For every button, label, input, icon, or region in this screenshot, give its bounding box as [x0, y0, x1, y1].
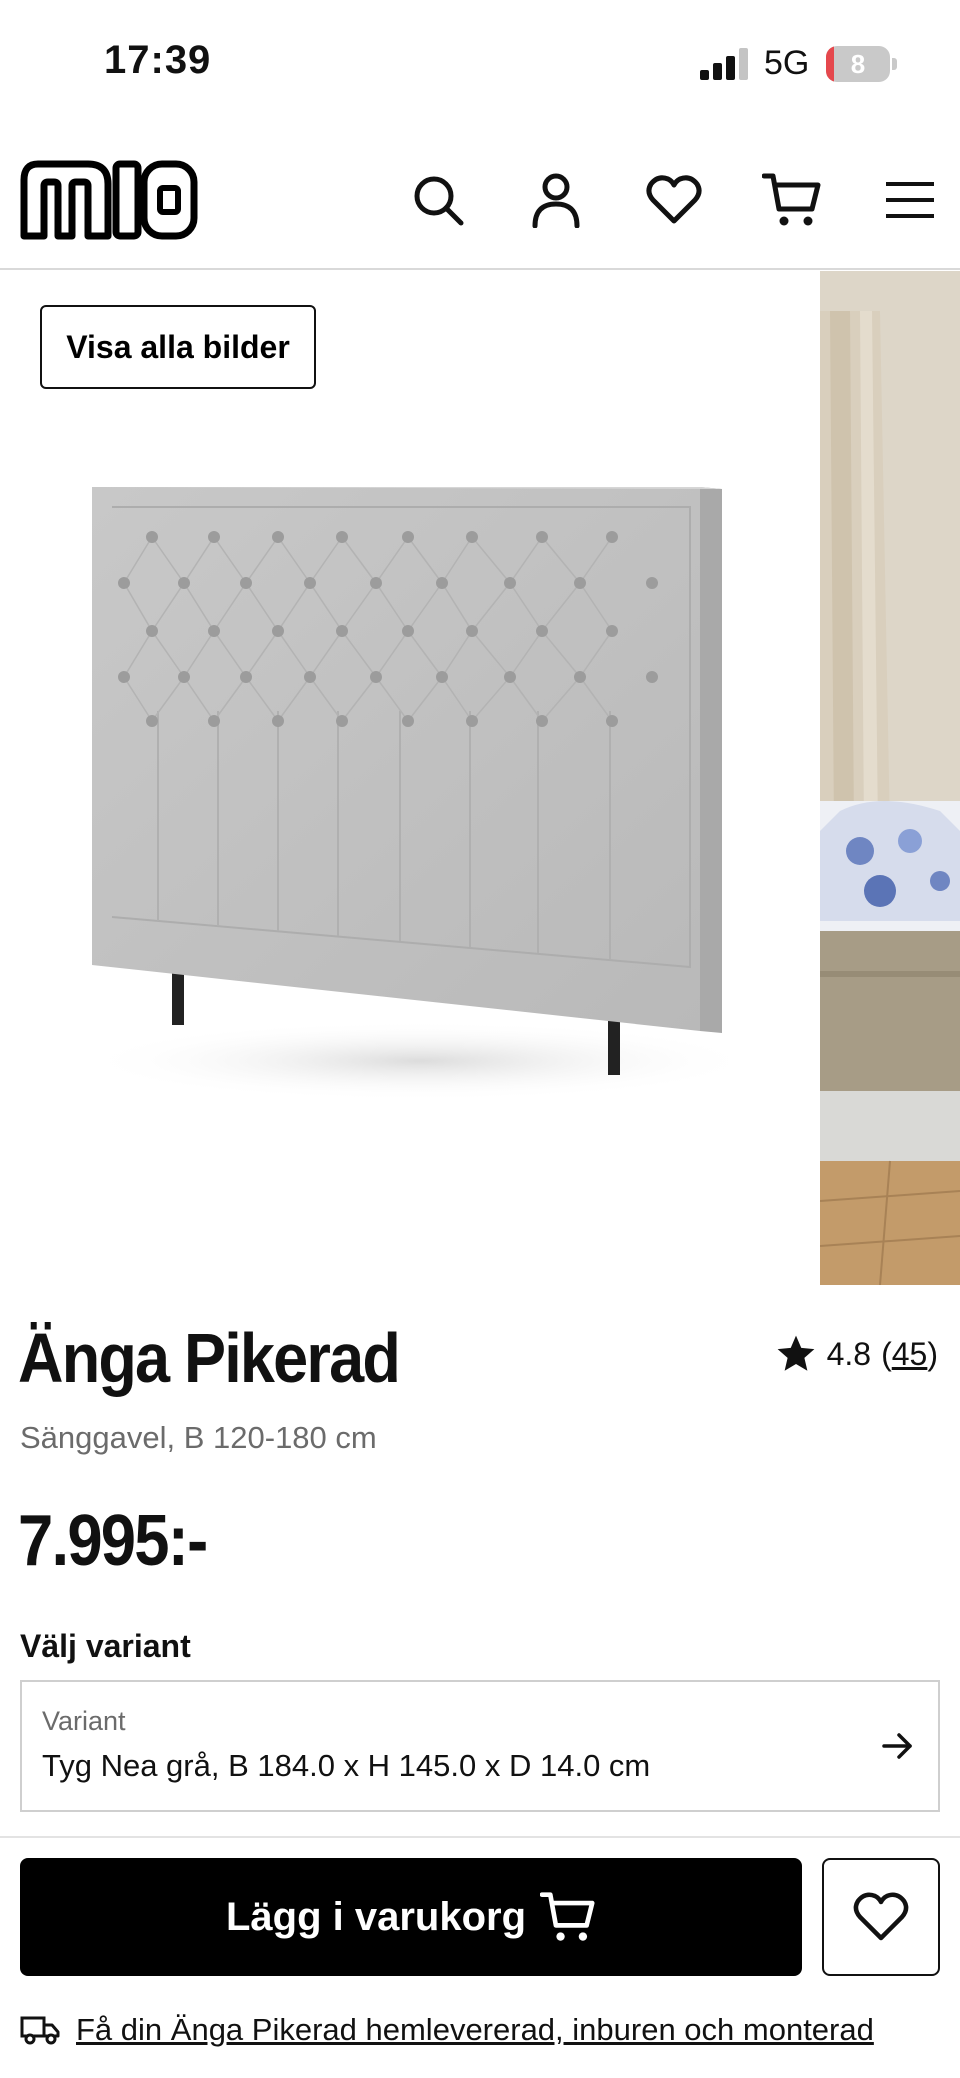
menu-icon[interactable] — [880, 170, 940, 230]
add-to-cart-label: Lägg i varukorg — [225, 1894, 527, 1939]
rating-paren-close: ) — [927, 1335, 938, 1372]
heart-icon — [853, 1892, 909, 1941]
battery-icon: 8 — [826, 46, 898, 82]
variant-heading: Välj variant — [20, 1628, 191, 1664]
status-bar: 17:39 5G 8 — [0, 0, 960, 120]
add-to-cart-button[interactable]: Lägg i varukorg — [20, 1858, 802, 1976]
divider — [0, 1836, 960, 1838]
rating-paren-open: ( — [881, 1335, 892, 1372]
review-count-link[interactable]: 45 — [892, 1336, 928, 1373]
account-icon[interactable] — [526, 170, 586, 230]
arrow-right-icon — [882, 1733, 912, 1759]
add-to-wishlist-button[interactable] — [822, 1858, 940, 1976]
mio-logo[interactable] — [18, 158, 198, 240]
product-price: 7.995:- — [18, 1501, 208, 1581]
delivery-info: Få din Änga Pikerad hemlevererad, inbure… — [20, 2010, 874, 2050]
rating[interactable]: 4.8 ( 45 ) — [775, 1332, 938, 1376]
search-icon[interactable] — [408, 170, 468, 230]
product-subtitle: Sänggavel, B 120-180 cm — [20, 1420, 377, 1455]
delivery-link[interactable]: Få din Änga Pikerad hemlevererad, inbure… — [76, 2012, 874, 2048]
heart-icon[interactable] — [644, 170, 704, 230]
variant-label: Variant — [42, 1706, 126, 1736]
product-image-headboard[interactable]: Visa alla bilder — [0, 271, 818, 1285]
battery-level: 8 — [850, 49, 866, 79]
product-image-bedroom[interactable] — [820, 271, 960, 1285]
site-header — [0, 120, 960, 270]
status-time: 17:39 — [104, 38, 212, 82]
signal-bars-icon — [700, 48, 748, 80]
variant-selector[interactable]: Variant Tyg Nea grå, B 184.0 x H 145.0 x… — [20, 1680, 940, 1812]
network-label: 5G — [764, 44, 810, 82]
cart-icon[interactable] — [762, 170, 822, 230]
star-icon — [777, 1335, 814, 1371]
product-title: Änga Pikerad — [18, 1319, 401, 1397]
cart-icon — [540, 1892, 595, 1941]
variant-value: Tyg Nea grå, B 184.0 x H 145.0 x D 14.0 … — [42, 1748, 651, 1783]
show-all-images-button[interactable]: Visa alla bilder — [40, 305, 316, 389]
truck-icon — [20, 2016, 60, 2045]
rating-value: 4.8 — [826, 1335, 872, 1372]
image-gallery[interactable]: Visa alla bilder — [0, 271, 960, 1285]
